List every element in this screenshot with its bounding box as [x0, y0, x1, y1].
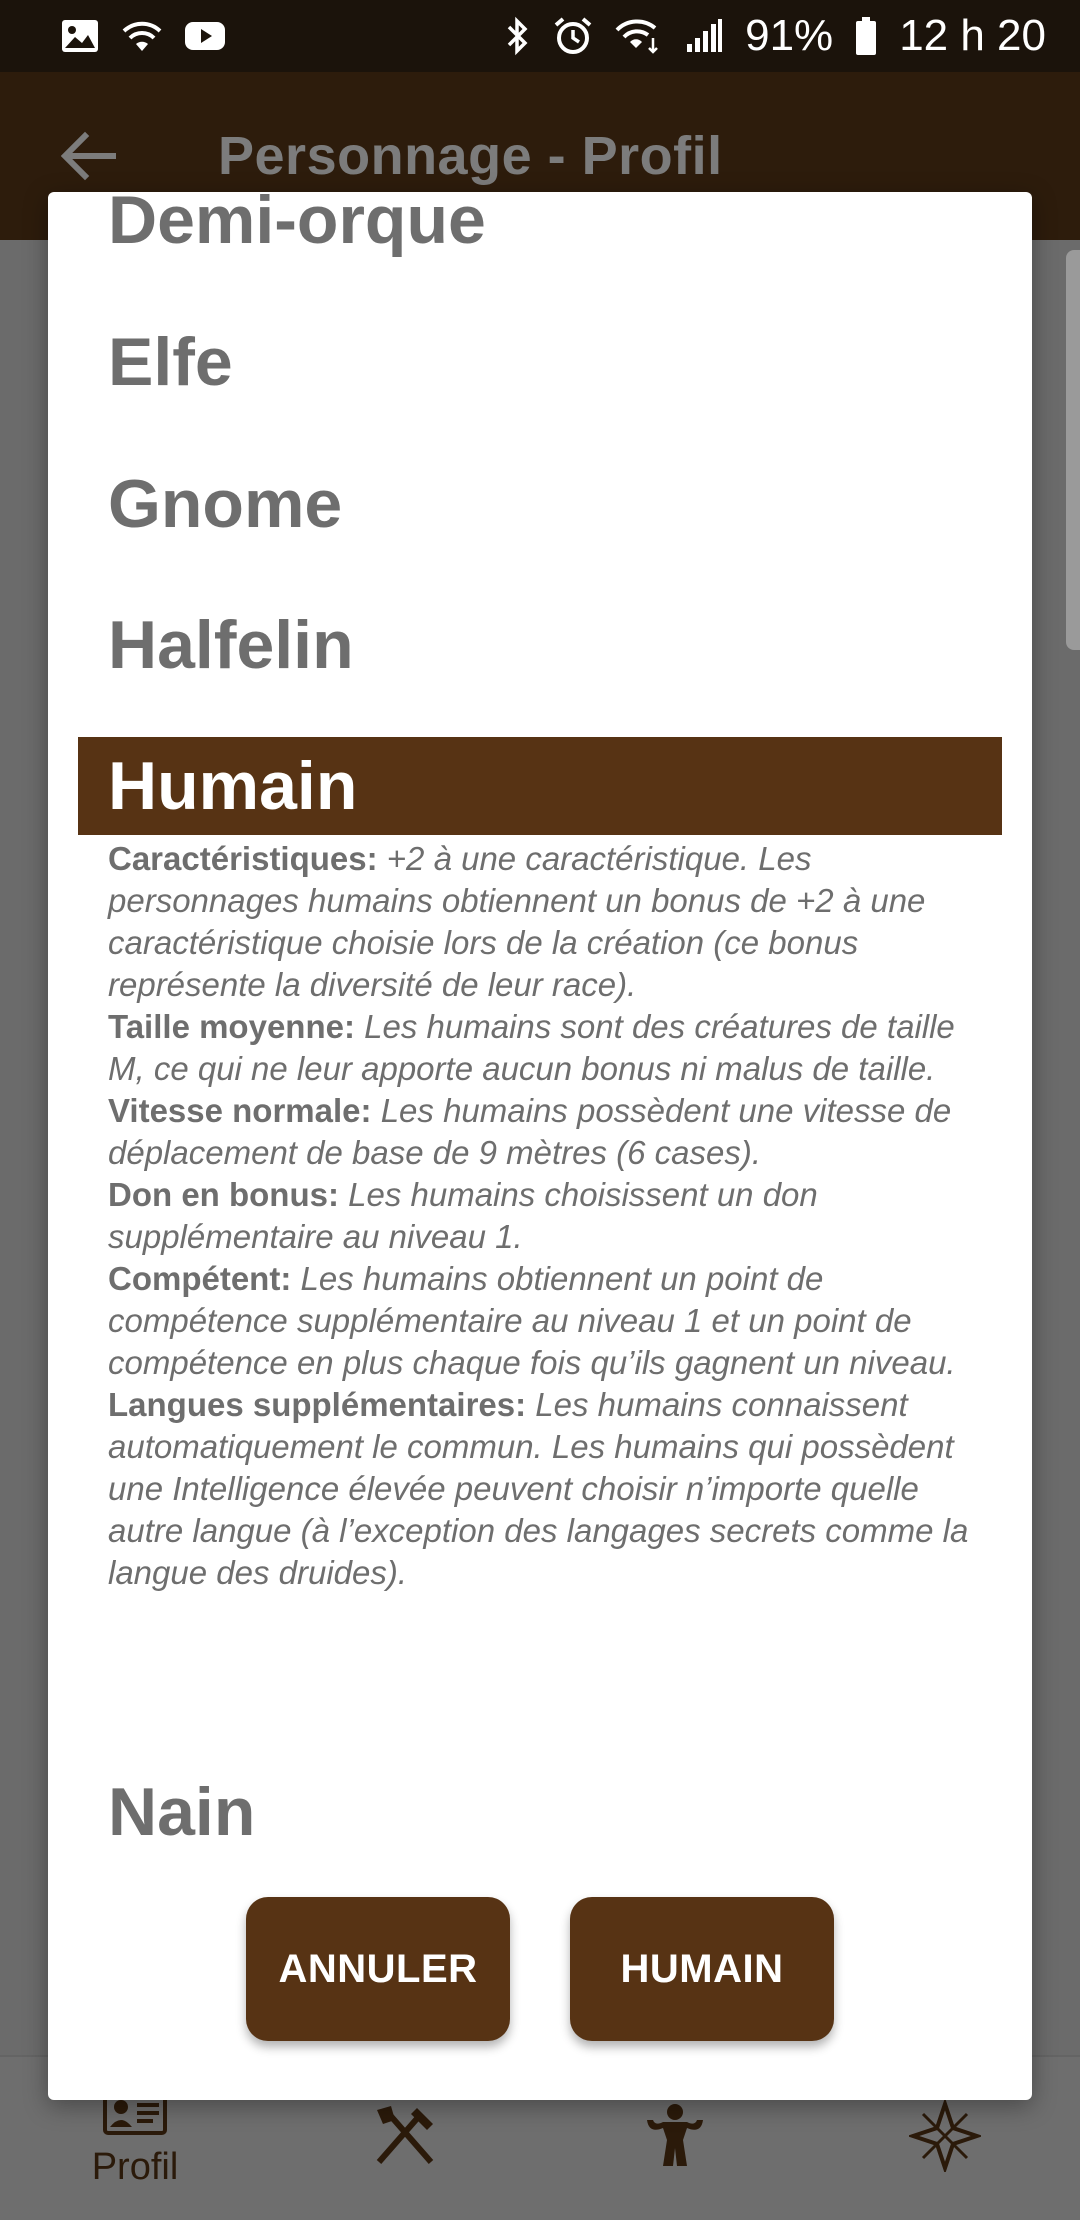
status-left-icons	[60, 18, 226, 54]
status-bar: 91% 12 h 20	[0, 0, 1080, 72]
race-option-demi-orque[interactable]: Demi-orque	[48, 192, 1032, 260]
screen: 91% 12 h 20 Personnage - Profil Profil D…	[0, 0, 1080, 2220]
race-option-selected[interactable]: Humain	[78, 737, 1002, 835]
trait-name: Caractéristiques:	[108, 840, 378, 877]
trait-name: Vitesse normale:	[108, 1092, 372, 1129]
cancel-button[interactable]: ANNULER	[246, 1897, 510, 2041]
star-icon	[906, 2097, 984, 2177]
gallery-icon	[60, 18, 100, 54]
confirm-race-button[interactable]: HUMAIN	[570, 1897, 834, 2041]
battery-percent: 91%	[745, 11, 834, 60]
race-option-nain[interactable]: Nain	[48, 1772, 1032, 1852]
trait-row: Vitesse normale: Les humains possèdent u…	[108, 1090, 988, 1174]
trait-name: Don en bonus:	[108, 1176, 339, 1213]
trait-row: Caractéristiques: +2 à une caractéristiq…	[108, 838, 988, 1006]
trait-name: Taille moyenne:	[108, 1008, 355, 1045]
race-option-elfe[interactable]: Elfe	[48, 322, 1032, 402]
signal-icon	[685, 18, 723, 54]
trait-row: Compétent: Les humains obtiennent un poi…	[108, 1258, 988, 1384]
page-title: Personnage - Profil	[218, 126, 723, 186]
battery-icon	[855, 16, 877, 56]
nav-label-profil: Profil	[91, 2145, 179, 2188]
race-description: Caractéristiques: +2 à une caractéristiq…	[108, 838, 988, 1594]
race-option-halfelin[interactable]: Halfelin	[48, 605, 1032, 685]
race-picker-dialog: Demi-orque Elfe Gnome Halfelin Humain Ca…	[48, 192, 1032, 2100]
clock: 12 h 20	[899, 11, 1046, 60]
bluetooth-icon	[505, 16, 531, 56]
page-scrollbar[interactable]	[1066, 250, 1080, 650]
trait-row: Langues supplémentaires: Les humains con…	[108, 1384, 988, 1594]
race-list[interactable]: Demi-orque Elfe Gnome Halfelin Humain Ca…	[48, 192, 1032, 1872]
status-right-icons: 91% 12 h 20	[505, 11, 1046, 61]
alarm-icon	[553, 16, 593, 56]
back-arrow-icon[interactable]	[54, 121, 124, 191]
crossed-tools-icon	[369, 2100, 441, 2177]
trait-row: Don en bonus: Les humains choisissent un…	[108, 1174, 988, 1258]
strongman-icon	[639, 2100, 711, 2177]
trait-name: Compétent:	[108, 1260, 292, 1297]
trait-name: Langues supplémentaires:	[108, 1386, 527, 1423]
wifi-icon	[122, 19, 162, 53]
wifi-data-icon	[615, 18, 663, 54]
race-option-gnome[interactable]: Gnome	[48, 464, 1032, 544]
youtube-icon	[184, 20, 226, 52]
trait-row: Taille moyenne: Les humains sont des cré…	[108, 1006, 988, 1090]
